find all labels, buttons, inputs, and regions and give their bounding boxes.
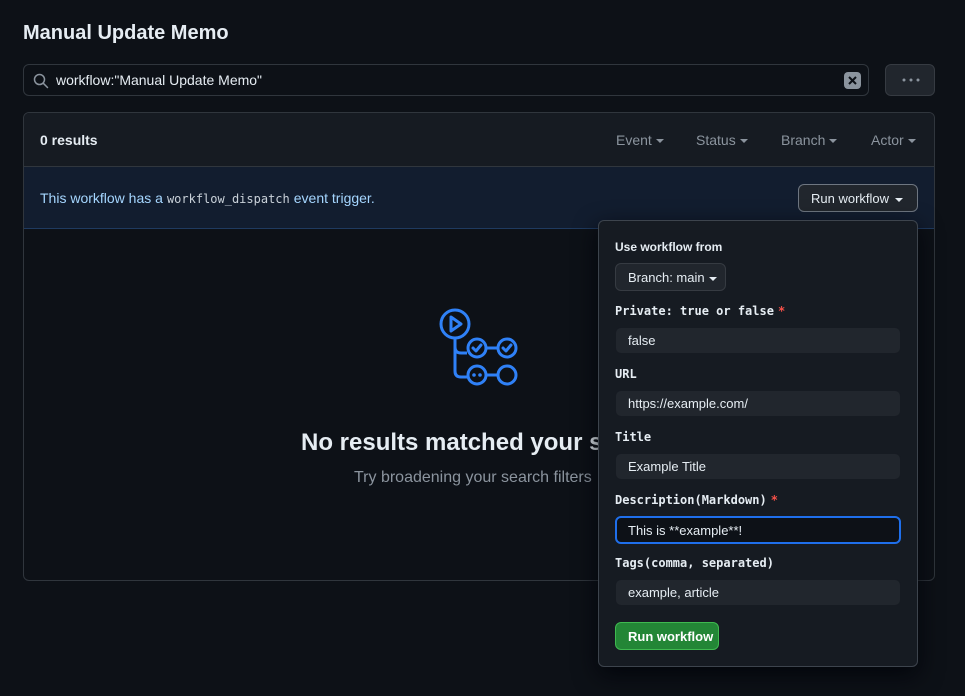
search-box[interactable] — [23, 64, 869, 96]
filter-label: Actor — [871, 132, 904, 148]
workflow-graph-icon — [439, 308, 518, 386]
field-label-text: Private: true or false — [615, 304, 774, 318]
field-label-private: Private: true or false * — [615, 304, 785, 318]
results-count: 0 results — [40, 132, 98, 148]
dispatch-text-before: This workflow has a — [40, 190, 163, 206]
caret-down-icon — [829, 139, 838, 144]
caret-down-icon — [895, 197, 904, 202]
field-label-url: URL — [615, 367, 637, 381]
filter-label: Event — [616, 132, 652, 148]
run-workflow-popover: Use workflow from Branch: main Private: … — [598, 220, 918, 667]
kebab-icon — [902, 78, 920, 82]
required-marker: * — [770, 493, 778, 507]
private-input[interactable] — [615, 327, 901, 354]
use-workflow-from-label: Use workflow from — [615, 240, 723, 254]
run-workflow-dropdown-label: Run workflow — [811, 191, 890, 206]
filter-actor[interactable]: Actor — [871, 132, 916, 148]
run-workflow-submit-button[interactable]: Run workflow — [615, 622, 719, 650]
field-label-description: Description(Markdown) * — [615, 493, 778, 507]
filter-label: Branch — [781, 132, 826, 148]
empty-state-title: No results matched your se — [301, 429, 616, 456]
url-input[interactable] — [615, 390, 901, 417]
description-input[interactable] — [615, 516, 901, 544]
dispatch-code: workflow_dispatch — [166, 192, 290, 206]
tags-input[interactable] — [615, 579, 901, 606]
filter-label: Status — [696, 132, 736, 148]
branch-select-label: Branch: main — [628, 270, 705, 285]
more-options-button[interactable] — [885, 64, 935, 96]
title-input[interactable] — [615, 453, 901, 480]
dispatch-text: This workflow has a workflow_dispatch even… — [40, 190, 375, 206]
page-title: Manual Update Memo — [23, 22, 229, 44]
required-marker: * — [777, 304, 786, 318]
dispatch-text-after: event trigger. — [293, 190, 375, 206]
search-input[interactable] — [56, 65, 836, 95]
empty-state-subtitle: Try broadening your search filters — [354, 469, 592, 486]
field-label-title: Title — [615, 430, 652, 444]
filter-status[interactable]: Status — [696, 132, 748, 148]
results-header: 0 results Event Status Branch Actor — [24, 113, 934, 167]
caret-down-icon — [739, 139, 748, 144]
caret-down-icon — [907, 139, 916, 144]
field-label-tags: Tags(comma, separated) — [615, 556, 774, 570]
clear-icon[interactable] — [844, 72, 861, 89]
filter-event[interactable]: Event — [616, 132, 664, 148]
caret-down-icon — [708, 276, 717, 281]
branch-select-button[interactable]: Branch: main — [615, 263, 726, 291]
caret-down-icon — [655, 139, 664, 144]
filter-branch[interactable]: Branch — [781, 132, 838, 148]
field-label-text: Description(Markdown) — [615, 493, 767, 507]
run-workflow-dropdown[interactable]: Run workflow — [798, 184, 918, 212]
search-icon — [33, 73, 49, 89]
